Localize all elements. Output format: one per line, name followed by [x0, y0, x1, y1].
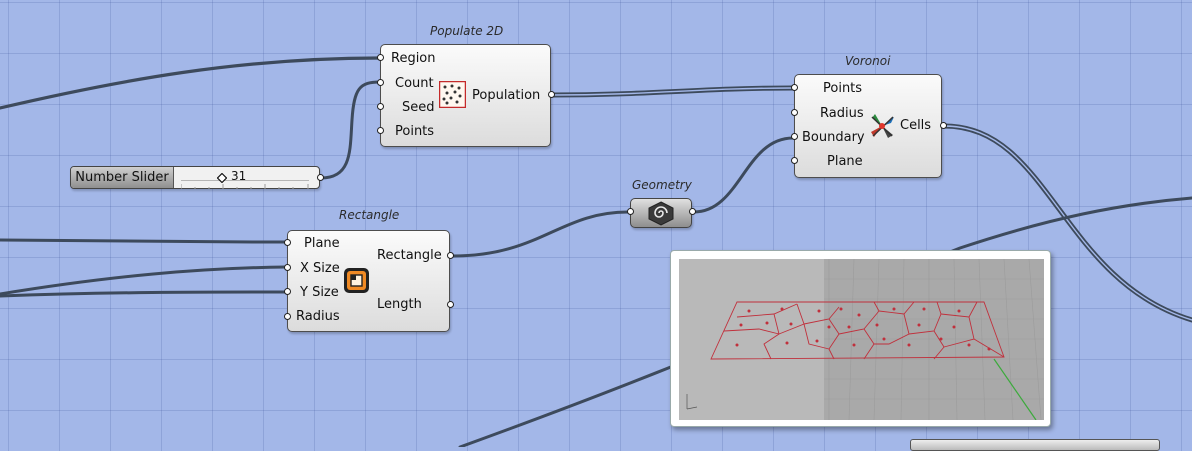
voronoi-icon [871, 114, 894, 138]
viewport-preview [670, 250, 1051, 427]
input-points[interactable]: Points [823, 81, 862, 97]
port-voronoi-boundary[interactable] [791, 133, 798, 140]
port-rect-length[interactable] [447, 301, 454, 308]
input-plane[interactable]: Plane [304, 236, 340, 252]
output-cells[interactable]: Cells [900, 118, 931, 134]
input-xsize[interactable]: X Size [300, 261, 340, 277]
input-ysize[interactable]: Y Size [300, 285, 339, 301]
port-rect-ysize[interactable] [284, 288, 291, 295]
input-points[interactable]: Points [395, 124, 434, 140]
partial-component[interactable] [910, 439, 1160, 451]
voronoi-component[interactable]: Points Radius Boundary Plane Cells [794, 74, 942, 178]
populate2d-title: Populate 2D [430, 24, 504, 38]
populate2d-component[interactable]: Region Count Seed Points Population [380, 44, 551, 147]
input-radius[interactable]: Radius [820, 106, 864, 122]
wire-slider-count [319, 80, 382, 180]
port-region[interactable] [377, 54, 384, 61]
port-rect-rectangle[interactable] [447, 252, 454, 259]
rectangle-title: Rectangle [339, 208, 400, 222]
geometry-title: Geometry [632, 178, 692, 192]
slider-value: 31 [231, 169, 247, 183]
port-cells[interactable] [940, 122, 947, 129]
input-region[interactable]: Region [391, 51, 436, 67]
port-voronoi-radius[interactable] [791, 109, 798, 116]
input-plane[interactable]: Plane [827, 154, 863, 170]
port-population[interactable] [548, 91, 555, 98]
port-seed[interactable] [377, 103, 384, 110]
port-rect-xsize[interactable] [284, 264, 291, 271]
port-voronoi-plane[interactable] [791, 157, 798, 164]
rectangle-component[interactable]: Plane X Size Y Size Radius Rectangle Len… [287, 230, 450, 332]
input-seed[interactable]: Seed [402, 100, 435, 116]
wire-xsize [0, 265, 288, 296]
slider-label: Number Slider [71, 167, 174, 188]
port-rect-plane[interactable] [284, 239, 291, 246]
geometry-component[interactable] [630, 198, 692, 228]
output-length[interactable]: Length [377, 297, 422, 313]
wire-plane [0, 238, 288, 244]
voronoi-title: Voronoi [845, 54, 891, 68]
input-radius[interactable]: Radius [296, 309, 340, 325]
wire-region [0, 56, 382, 110]
output-rectangle[interactable]: Rectangle [377, 248, 442, 264]
input-count[interactable]: Count [395, 76, 434, 92]
number-slider[interactable]: Number Slider 31 [70, 166, 320, 189]
wire-geometry-boundary [692, 136, 795, 214]
geometry-hexagon-icon [648, 201, 674, 226]
voronoi-preview-render [679, 259, 1044, 420]
wire-ysize [0, 290, 288, 298]
wire-rectangle-geometry [451, 210, 630, 258]
port-geometry-in[interactable] [627, 208, 634, 215]
output-population[interactable]: Population [472, 88, 540, 104]
input-boundary[interactable]: Boundary [802, 130, 865, 146]
port-voronoi-points[interactable] [791, 84, 798, 91]
port-slider-out[interactable] [317, 174, 324, 181]
populate-points-icon [439, 81, 466, 108]
port-geometry-out[interactable] [689, 208, 696, 215]
port-points[interactable] [377, 127, 384, 134]
slider-grip-icon[interactable] [217, 173, 227, 183]
port-rect-radius[interactable] [284, 313, 291, 320]
rectangle-icon [344, 268, 369, 293]
port-count[interactable] [377, 79, 384, 86]
